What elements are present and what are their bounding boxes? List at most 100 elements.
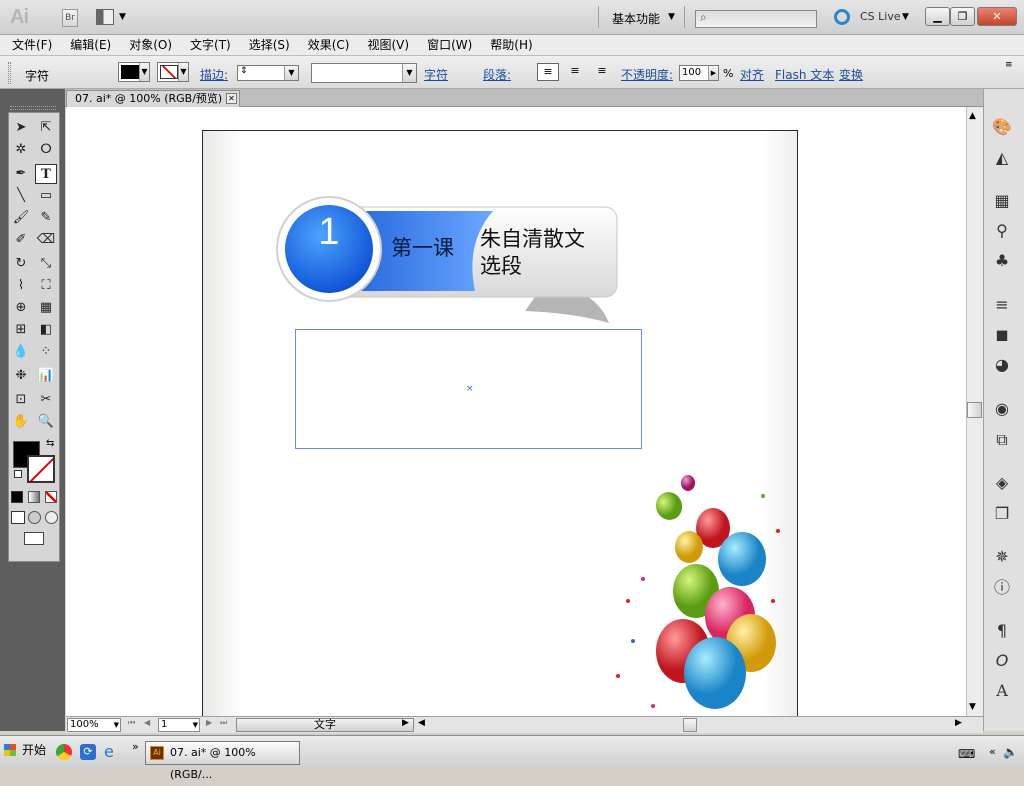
cslive-icon[interactable] (834, 9, 850, 25)
scroll-up-icon[interactable]: ▲ (969, 111, 976, 121)
draw-normal-icon[interactable] (11, 511, 25, 524)
ie-icon[interactable]: e (104, 742, 114, 761)
menu-view[interactable]: 视图(V) (367, 35, 409, 55)
menu-help[interactable]: 帮助(H) (490, 35, 532, 55)
menu-window[interactable]: 窗口(W) (427, 35, 472, 55)
close-icon[interactable]: ✕ (226, 93, 237, 104)
draw-inside-icon[interactable] (45, 511, 58, 524)
blob-brush-tool-icon[interactable]: ✐ (10, 230, 32, 250)
free-transform-tool-icon[interactable]: ⛶ (35, 276, 57, 296)
quick-launch-icon[interactable]: ⟳ (80, 744, 96, 760)
gripper-icon[interactable] (8, 62, 11, 84)
paragraph-panel-icon[interactable]: ¶ (990, 619, 1014, 643)
menu-object[interactable]: 对象(O) (129, 35, 172, 55)
chevron-down-icon[interactable]: ▼ (193, 719, 198, 731)
color-panel-icon[interactable]: ◭ (990, 146, 1014, 170)
symbol-sprayer-tool-icon[interactable]: ❉ (10, 366, 32, 386)
hand-tool-icon[interactable]: ✋ (10, 412, 32, 432)
stroke-link[interactable]: 描边: (200, 66, 228, 83)
brushes-icon[interactable]: ⚲ (990, 219, 1014, 243)
graphic-styles-icon[interactable]: ⧉ (990, 428, 1014, 452)
slice-tool-icon[interactable]: ✂ (35, 390, 57, 410)
shape-builder-tool-icon[interactable]: ⊕ (10, 298, 32, 318)
draw-behind-icon[interactable] (28, 511, 41, 524)
color-guide-icon[interactable]: 🎨 (990, 115, 1014, 139)
transform-link[interactable]: 变换 (839, 66, 863, 83)
mesh-tool-icon[interactable]: ⊞ (10, 320, 32, 340)
artboard-number-field[interactable]: 1 ▼ (158, 718, 200, 732)
vertical-scroll-thumb[interactable] (967, 402, 982, 418)
pen-tool-icon[interactable]: ✒ (10, 164, 32, 184)
flash-text-link[interactable]: Flash 文本 (775, 66, 834, 83)
horizontal-scroll-thumb[interactable] (683, 718, 697, 732)
stroke-swatch[interactable] (27, 455, 55, 483)
scroll-down-icon[interactable]: ▼ (969, 702, 976, 712)
chevron-down-icon[interactable]: ▼ (119, 12, 126, 22)
search-input[interactable] (695, 10, 817, 28)
align-left-button[interactable]: ≡ (537, 63, 559, 81)
line-tool-icon[interactable]: ╲ (10, 186, 32, 206)
stroke-weight-field[interactable]: ▼ ⇕ (237, 65, 299, 81)
collapse-tray-icon[interactable]: « (989, 745, 996, 758)
swap-fill-stroke-icon[interactable]: ⇆ (46, 438, 54, 449)
volume-icon[interactable]: 🔈 (1003, 745, 1018, 759)
cslive-button[interactable]: CS Live (860, 10, 901, 23)
artboard-tool-icon[interactable]: ⊡ (10, 390, 32, 410)
bridge-button[interactable]: Br (62, 9, 78, 27)
eraser-tool-icon[interactable]: ⌫ (35, 230, 57, 250)
minimize-button[interactable]: ▁ (925, 7, 950, 26)
artboards-panel-icon[interactable]: ❐ (990, 502, 1014, 526)
zoom-field[interactable]: 100% ▼ (67, 718, 121, 732)
scroll-right-icon[interactable]: ▶ (955, 718, 962, 728)
gradient-tool-icon[interactable]: ◧ (35, 320, 57, 340)
paragraph-link[interactable]: 段落: (483, 66, 511, 83)
next-artboard-icon[interactable]: ▶ (206, 718, 212, 727)
symbols-icon[interactable]: ♣ (990, 249, 1014, 273)
screen-mode-icon[interactable] (24, 532, 44, 545)
canvas[interactable]: 1 第一课 朱自清散文 选段 × (66, 107, 966, 716)
align-center-button[interactable]: ≡ (564, 63, 586, 81)
navigator-icon[interactable]: ✵ (990, 545, 1014, 569)
appearance-icon[interactable]: ◉ (990, 397, 1014, 421)
arrange-documents-icon[interactable] (96, 9, 114, 25)
opacity-link[interactable]: 不透明度: (621, 66, 673, 83)
direct-selection-tool-icon[interactable]: ⇱ (35, 118, 57, 138)
gradient-panel-icon[interactable]: ◼ (990, 323, 1014, 347)
chevron-down-icon[interactable]: ▼ (114, 719, 119, 731)
align-link[interactable]: 对齐 (740, 66, 764, 83)
column-graph-tool-icon[interactable]: 📊 (35, 366, 57, 386)
blend-tool-icon[interactable]: ⁘ (35, 342, 57, 362)
character-panel-icon[interactable]: A (990, 679, 1014, 703)
document-tab[interactable]: 07. ai* @ 100% (RGB/预览) (66, 90, 240, 107)
menu-effect[interactable]: 效果(C) (308, 35, 350, 55)
pencil-tool-icon[interactable]: ✎ (35, 208, 57, 228)
type-tool-icon[interactable]: T (35, 164, 57, 184)
chevron-down-icon[interactable]: ▼ (668, 12, 675, 22)
menu-edit[interactable]: 编辑(E) (70, 35, 111, 55)
scale-tool-icon[interactable]: ⤡ (35, 254, 57, 274)
restore-button[interactable]: ❐ (950, 7, 975, 26)
stroke-color-dropdown[interactable]: ▼ (157, 62, 189, 82)
keyboard-icon[interactable]: ⌨ (958, 747, 975, 761)
stroke-panel-icon[interactable]: ≡ (990, 293, 1014, 317)
scroll-left-icon[interactable]: ◀ (418, 718, 425, 728)
close-button[interactable]: ✕ (977, 7, 1017, 26)
none-mode-icon[interactable] (45, 491, 57, 503)
panel-menu-icon[interactable]: ≡ (1005, 60, 1013, 70)
menu-type[interactable]: 文字(T) (190, 35, 231, 55)
rectangle-tool-icon[interactable]: ▭ (35, 186, 57, 206)
selection-tool-icon[interactable]: ➤ (10, 118, 32, 138)
color-mode-icon[interactable] (11, 491, 23, 503)
menu-select[interactable]: 选择(S) (249, 35, 290, 55)
layers-icon[interactable]: ◈ (990, 471, 1014, 495)
previous-artboard-icon[interactable]: ◀ (144, 718, 150, 727)
gradient-mode-icon[interactable] (28, 491, 40, 503)
default-colors-icon[interactable] (14, 470, 22, 478)
transparency-icon[interactable]: ◕ (990, 353, 1014, 377)
chrome-icon[interactable] (56, 744, 72, 760)
paintbrush-tool-icon[interactable]: 🖌 (10, 208, 32, 228)
swatches-icon[interactable]: ▦ (990, 189, 1014, 213)
zoom-tool-icon[interactable]: 🔍 (35, 412, 57, 432)
magic-wand-tool-icon[interactable]: ✲ (10, 140, 32, 160)
opentype-icon[interactable]: O (990, 649, 1014, 673)
